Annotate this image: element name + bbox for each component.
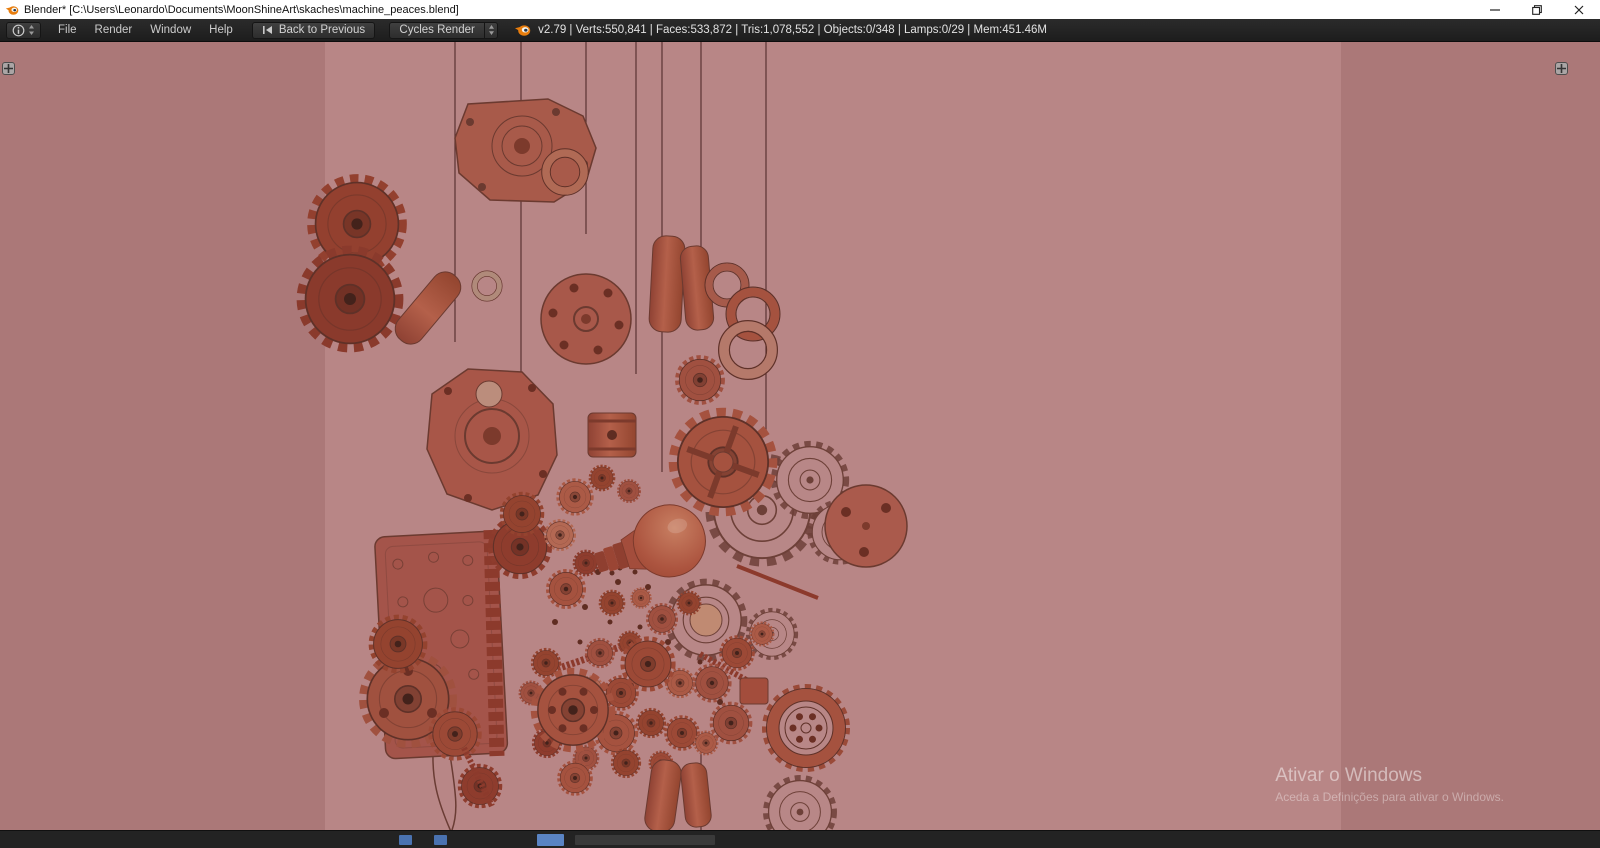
scene-stats: v2.79 | Verts:550,841 | Faces:533,872 | … bbox=[538, 24, 1047, 36]
maximize-button[interactable] bbox=[1516, 0, 1558, 19]
blender-logo-icon bbox=[515, 25, 531, 36]
info-editor-icon bbox=[12, 24, 25, 36]
timeline-field bbox=[575, 835, 715, 845]
window-title: Blender* [C:\Users\Leonardo\Documents\Mo… bbox=[24, 3, 459, 16]
editor-type-button[interactable] bbox=[6, 21, 41, 39]
restore-icon bbox=[1532, 4, 1542, 15]
region-toggle-left[interactable] bbox=[2, 62, 15, 75]
timeline-strip[interactable] bbox=[0, 830, 1600, 848]
back-to-previous-button[interactable]: Back to Previous bbox=[251, 21, 376, 39]
menu-file[interactable]: File bbox=[49, 19, 86, 42]
chevron-updown-icon bbox=[29, 25, 34, 35]
titlebar: Blender* [C:\Users\Leonardo\Documents\Mo… bbox=[0, 0, 1600, 19]
timeline-marker bbox=[399, 835, 412, 845]
menu-window[interactable]: Window bbox=[141, 19, 200, 42]
plus-icon bbox=[1557, 64, 1566, 73]
blender-window: Blender* [C:\Users\Leonardo\Documents\Mo… bbox=[0, 0, 1600, 848]
render-engine-select[interactable]: Cycles Render bbox=[389, 21, 486, 39]
minimize-icon bbox=[1490, 8, 1500, 11]
menu-render[interactable]: Render bbox=[86, 19, 142, 42]
render-engine-stepper[interactable] bbox=[485, 21, 499, 39]
back-arrow-icon bbox=[262, 26, 272, 34]
3d-viewport[interactable]: Ativar o Windows Aceda a Definições para… bbox=[0, 42, 1600, 830]
back-to-previous-label: Back to Previous bbox=[278, 24, 366, 36]
render-engine-value: Cycles Render bbox=[399, 24, 475, 36]
blender-app-icon bbox=[5, 5, 19, 15]
timeline-marker bbox=[537, 834, 564, 846]
plus-icon bbox=[4, 64, 13, 73]
region-toggle-right[interactable] bbox=[1555, 62, 1568, 75]
stepper-arrows-icon bbox=[488, 25, 494, 35]
info-header: File Render Window Help Back to Previous… bbox=[0, 19, 1600, 42]
camera-frame-region bbox=[325, 42, 1341, 830]
timeline-marker bbox=[434, 835, 447, 845]
close-button[interactable] bbox=[1558, 0, 1600, 19]
close-icon bbox=[1574, 5, 1584, 14]
minimize-button[interactable] bbox=[1474, 0, 1516, 19]
window-controls bbox=[1474, 0, 1600, 19]
render-engine-widget: Cycles Render bbox=[389, 21, 499, 39]
menu-help[interactable]: Help bbox=[200, 19, 242, 42]
